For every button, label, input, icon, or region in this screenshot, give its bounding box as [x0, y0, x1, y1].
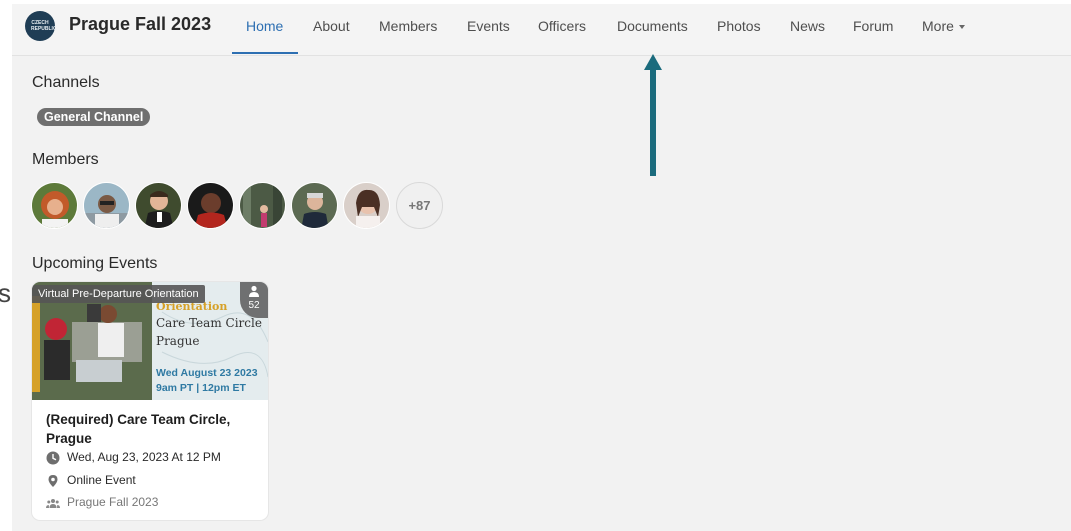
- nav-about[interactable]: About: [313, 18, 350, 34]
- person-icon: [249, 285, 259, 297]
- event-location-row: Online Event: [46, 473, 136, 488]
- page-frame: CZECH REPUBLIC Prague Fall 2023 Home Abo…: [12, 4, 1071, 531]
- general-channel-chip[interactable]: General Channel: [37, 108, 151, 126]
- stray-edge-glyph: s: [0, 278, 11, 308]
- member-avatar[interactable]: [83, 182, 130, 229]
- nav-events[interactable]: Events: [467, 18, 510, 34]
- caret-down-icon: [958, 25, 965, 30]
- nav-photos[interactable]: Photos: [717, 18, 761, 34]
- nav-home[interactable]: Home: [246, 18, 283, 34]
- member-avatar[interactable]: [135, 182, 182, 229]
- nav-more[interactable]: More: [922, 18, 965, 34]
- channels-heading: Channels: [32, 74, 100, 91]
- poster-line-1: Care Team Circle: [156, 316, 262, 330]
- nav-forum[interactable]: Forum: [853, 18, 893, 34]
- member-avatar[interactable]: [343, 182, 390, 229]
- clock-icon: [46, 451, 60, 465]
- logo-text: CZECH REPUBLIC: [31, 20, 57, 32]
- member-avatar[interactable]: [239, 182, 286, 229]
- annotation-arrow-up-icon: [644, 54, 662, 176]
- member-avatar[interactable]: [291, 182, 338, 229]
- group-title[interactable]: Prague Fall 2023: [69, 14, 211, 35]
- attendee-count-badge: 52: [240, 282, 268, 318]
- upcoming-events-heading: Upcoming Events: [32, 255, 158, 272]
- event-location: Online Event: [67, 473, 136, 487]
- event-group-row: Prague Fall 2023: [46, 495, 158, 510]
- poster-date: Wed August 23 2023: [156, 367, 258, 379]
- event-group: Prague Fall 2023: [67, 495, 159, 509]
- group-people-icon: [46, 498, 60, 508]
- active-tab-indicator: [232, 52, 298, 54]
- attendee-count: 52: [248, 300, 260, 311]
- nav-documents[interactable]: Documents: [617, 18, 688, 34]
- event-card[interactable]: Care Team Circle Prague Wed August 23 20…: [32, 282, 268, 520]
- poster-time: 9am PT | 12pm ET: [156, 382, 246, 394]
- more-members-count[interactable]: +87: [396, 182, 443, 229]
- map-pin-icon: [48, 474, 58, 487]
- event-datetime: Wed, Aug 23, 2023 At 12 PM: [67, 450, 221, 464]
- member-avatar[interactable]: [187, 182, 234, 229]
- top-navigation-bar: CZECH REPUBLIC Prague Fall 2023 Home Abo…: [12, 4, 1071, 56]
- poster-line-2: Prague: [156, 334, 200, 348]
- event-title[interactable]: (Required) Care Team Circle, Prague: [46, 410, 256, 448]
- members-heading: Members: [32, 151, 99, 168]
- nav-news[interactable]: News: [790, 18, 825, 34]
- group-logo[interactable]: CZECH REPUBLIC: [25, 11, 57, 41]
- event-category-badge: Virtual Pre-Departure Orientation: [32, 285, 205, 303]
- nav-more-label: More: [922, 18, 954, 34]
- member-avatar[interactable]: [31, 182, 78, 229]
- nav-members[interactable]: Members: [379, 18, 437, 34]
- event-datetime-row: Wed, Aug 23, 2023 At 12 PM: [46, 450, 221, 465]
- nav-officers[interactable]: Officers: [538, 18, 586, 34]
